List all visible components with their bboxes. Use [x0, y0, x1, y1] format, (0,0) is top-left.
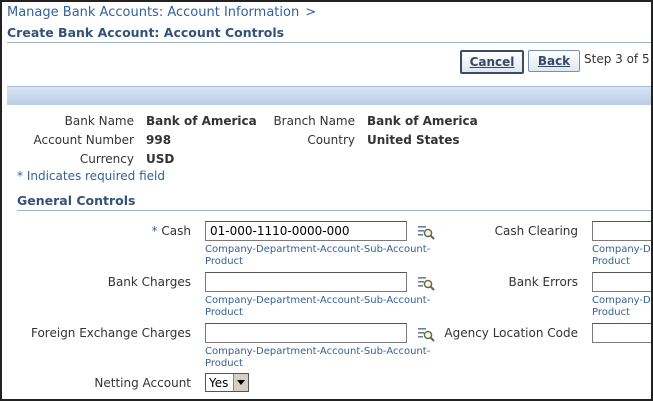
back-button[interactable]: Back — [528, 50, 580, 72]
cash-clearing-hint-line2: Product — [592, 256, 630, 267]
fx-charges-hint-line1: Company-Department-Account-Sub-Account- — [205, 346, 431, 357]
section-divider — [17, 210, 651, 211]
required-star: * — [151, 224, 158, 238]
currency-value: USD — [146, 152, 175, 166]
step-indicator: Step 3 of 5 — [584, 52, 650, 66]
cash-hint: Company-Department-Account-Sub-Account- … — [205, 244, 430, 268]
currency-label: Currency — [79, 152, 134, 166]
netting-account-label: Netting Account — [94, 376, 191, 390]
cash-hint-line2: Product — [205, 256, 243, 267]
branch-name-value: Bank of America — [367, 114, 478, 128]
header-band — [7, 86, 651, 105]
search-flashlight-icon[interactable] — [417, 223, 435, 241]
chevron-down-icon[interactable] — [233, 374, 248, 391]
country-value: United States — [367, 133, 460, 147]
bank-errors-hint-line2: Product — [592, 307, 630, 318]
account-number-value: 998 — [146, 133, 172, 147]
cash-clearing-hint: Company-De Product — [592, 244, 653, 268]
agency-location-code-input[interactable] — [592, 323, 651, 343]
cash-clearing-hint-line1: Company-De — [592, 244, 653, 255]
bank-name-value: Bank of America — [146, 114, 257, 128]
required-field-note: * Indicates required field — [17, 169, 166, 183]
bank-errors-label: Bank Errors — [508, 275, 578, 289]
page-title: Create Bank Account: Account Controls — [7, 25, 285, 40]
breadcrumb: Manage Bank Accounts: Account Informatio… — [7, 5, 316, 20]
bank-errors-hint: Company-De Product — [592, 295, 653, 319]
fx-charges-hint: Company-Department-Account-Sub-Account- … — [205, 346, 430, 370]
search-flashlight-icon[interactable] — [417, 274, 435, 292]
bank-charges-hint: Company-Department-Account-Sub-Account- … — [205, 295, 430, 319]
netting-account-value: Yes — [209, 375, 229, 390]
search-flashlight-icon[interactable] — [417, 325, 435, 343]
cash-clearing-label: Cash Clearing — [494, 224, 578, 238]
country-label: Country — [307, 133, 355, 147]
bank-errors-input[interactable] — [592, 272, 651, 292]
bank-charges-label: Bank Charges — [107, 275, 191, 289]
branch-name-label: Branch Name — [273, 114, 355, 128]
fx-charges-hint-line2: Product — [205, 358, 243, 369]
netting-account-select[interactable]: Yes — [205, 373, 249, 392]
bank-charges-input[interactable] — [205, 272, 407, 292]
bank-errors-hint-line1: Company-De — [592, 295, 653, 306]
bank-charges-hint-line2: Product — [205, 307, 243, 318]
cash-input[interactable] — [205, 221, 407, 241]
title-divider — [7, 42, 651, 43]
section-title: General Controls — [17, 193, 136, 208]
cash-label: Cash — [161, 224, 191, 238]
cancel-button[interactable]: Cancel — [460, 50, 524, 74]
cash-hint-line1: Company-Department-Account-Sub-Account- — [205, 244, 431, 255]
fx-charges-label: Foreign Exchange Charges — [30, 326, 191, 340]
cash-clearing-input[interactable] — [592, 221, 651, 241]
account-number-label: Account Number — [33, 133, 134, 147]
bank-name-label: Bank Name — [64, 114, 134, 128]
page-frame: Manage Bank Accounts: Account Informatio… — [0, 0, 653, 401]
fx-charges-input[interactable] — [205, 323, 407, 343]
cash-label-group: * Cash — [152, 224, 191, 238]
agency-location-code-label: Agency Location Code — [444, 326, 578, 340]
breadcrumb-separator: > — [305, 5, 317, 20]
breadcrumb-link[interactable]: Manage Bank Accounts: Account Informatio… — [7, 5, 299, 20]
bank-charges-hint-line1: Company-Department-Account-Sub-Account- — [205, 295, 431, 306]
